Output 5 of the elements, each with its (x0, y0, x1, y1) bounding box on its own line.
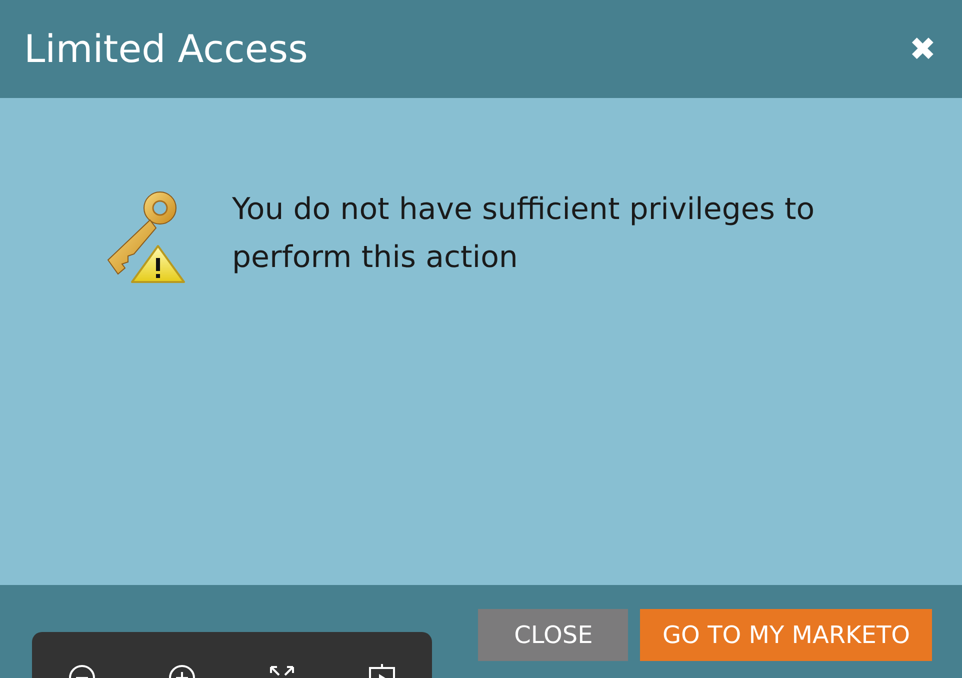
dialog-title: Limited Access (24, 27, 308, 71)
close-button[interactable]: ✖ (909, 33, 936, 65)
close-button[interactable]: CLOSE (478, 609, 628, 661)
message-text: You do not have sufficient privileges to perform this action (232, 191, 816, 277)
go-to-marketo-button[interactable]: GO TO MY MARKETO (640, 609, 932, 661)
